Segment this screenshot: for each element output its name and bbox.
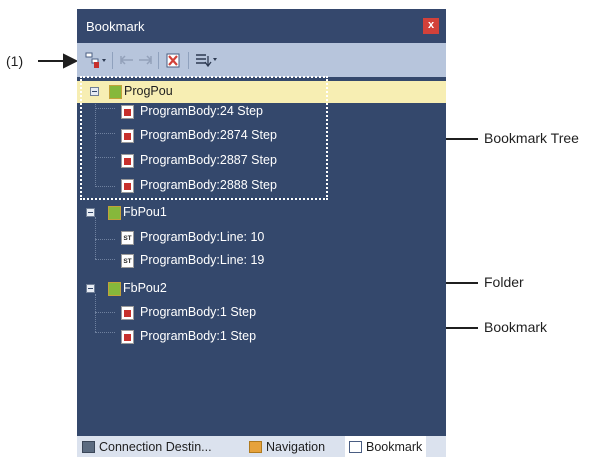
add-bookmark-dropdown-button[interactable] xyxy=(84,50,106,70)
navigation-tree-icon xyxy=(249,440,262,453)
collapse-toggle-icon[interactable] xyxy=(86,208,95,217)
tree-folder-label: FbPou1 xyxy=(123,205,167,219)
sort-dropdown-button[interactable] xyxy=(194,50,218,70)
tree-bookmark-item[interactable]: ST ProgramBody:Line: 10 xyxy=(77,227,446,249)
tree-bookmark-item[interactable]: ProgramBody:1 Step xyxy=(77,302,446,324)
delete-bookmark-button[interactable] xyxy=(164,50,184,70)
delete-bookmark-icon xyxy=(166,53,180,68)
bookmark-icon xyxy=(349,440,362,453)
sort-list-icon xyxy=(196,54,217,68)
bookmark-toolbar xyxy=(77,43,446,77)
panel-tab-bar: Connection Destin... Navigation Bookmark xyxy=(77,436,446,457)
tab-navigation[interactable]: Navigation xyxy=(249,436,325,457)
bookmark-item-label: ProgramBody:1 Step xyxy=(140,329,257,343)
bookmark-item-label: ProgramBody:Line: 19 xyxy=(140,253,265,267)
add-bookmark-icon xyxy=(85,52,106,68)
toolbar-separator xyxy=(158,52,159,69)
bookmark-tree-highlight xyxy=(80,76,328,200)
callout-toolbar-label: (1) xyxy=(6,53,24,69)
st-program-icon: ST xyxy=(121,254,134,268)
tab-connection-destination[interactable]: Connection Destin... xyxy=(82,436,212,457)
bookmark-item-label: ProgramBody:1 Step xyxy=(140,305,257,319)
connection-destination-icon xyxy=(82,440,95,453)
toolbar-arrowhead xyxy=(63,53,79,69)
tree-folder-fbpou1[interactable]: FbPou1 xyxy=(77,202,446,224)
next-bookmark-icon xyxy=(139,55,152,65)
tab-label: Connection Destin... xyxy=(99,439,212,454)
panel-title: Bookmark xyxy=(86,19,145,34)
tree-folder-fbpou2[interactable]: FbPou2 xyxy=(77,278,446,300)
close-button[interactable]: x xyxy=(423,18,439,34)
tree-folder-label: FbPou2 xyxy=(123,281,167,295)
tree-bookmark-item[interactable]: ProgramBody:1 Step xyxy=(77,326,446,348)
callout-bookmark-label: Bookmark xyxy=(484,319,548,335)
next-bookmark-button[interactable] xyxy=(137,50,153,70)
callout-bookmark-tree-label: Bookmark Tree xyxy=(484,130,579,146)
tab-label: Bookmark xyxy=(366,439,423,454)
previous-bookmark-icon xyxy=(120,55,133,65)
bookmark-item-label: ProgramBody:Line: 10 xyxy=(140,230,265,244)
folder-icon xyxy=(108,282,121,296)
st-program-icon: ST xyxy=(121,231,134,245)
tab-bookmark[interactable]: Bookmark xyxy=(345,436,427,457)
close-icon: x xyxy=(427,19,435,31)
ladder-program-icon xyxy=(121,306,134,320)
folder-icon xyxy=(108,206,121,220)
previous-bookmark-button[interactable] xyxy=(119,50,135,70)
callout-folder-label: Folder xyxy=(484,274,524,290)
toolbar-separator xyxy=(112,52,113,69)
panel-title-bar: Bookmark x xyxy=(77,9,446,43)
collapse-toggle-icon[interactable] xyxy=(86,284,95,293)
ladder-program-icon xyxy=(121,330,134,344)
tab-label: Navigation xyxy=(266,439,326,454)
tree-bookmark-item[interactable]: ST ProgramBody:Line: 19 xyxy=(77,250,446,272)
toolbar-separator xyxy=(188,52,189,69)
